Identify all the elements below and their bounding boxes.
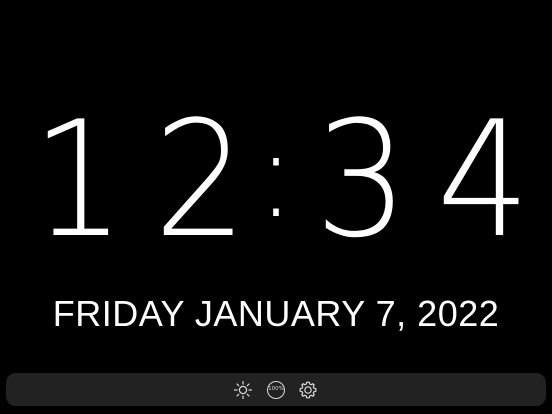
hour-ones-digit: 2 xyxy=(153,86,248,273)
brightness-button[interactable] xyxy=(232,379,254,401)
clock-display: 1 2 : 3 4 xyxy=(0,86,552,273)
zoom-button[interactable]: 100% xyxy=(265,379,287,401)
minute-tens-digit: 3 xyxy=(314,86,409,273)
gear-icon xyxy=(299,381,317,399)
zoom-level-label: 100% xyxy=(267,381,285,399)
date-label: FRIDAY JANUARY 7, 2022 xyxy=(52,293,500,334)
sun-icon xyxy=(233,380,253,400)
time-separator: : xyxy=(257,106,295,245)
settings-button[interactable] xyxy=(297,379,319,401)
minute-ones-digit: 4 xyxy=(436,86,531,273)
hour-tens-digit: 1 xyxy=(31,86,126,273)
bottom-toolbar: 100% xyxy=(6,373,546,406)
